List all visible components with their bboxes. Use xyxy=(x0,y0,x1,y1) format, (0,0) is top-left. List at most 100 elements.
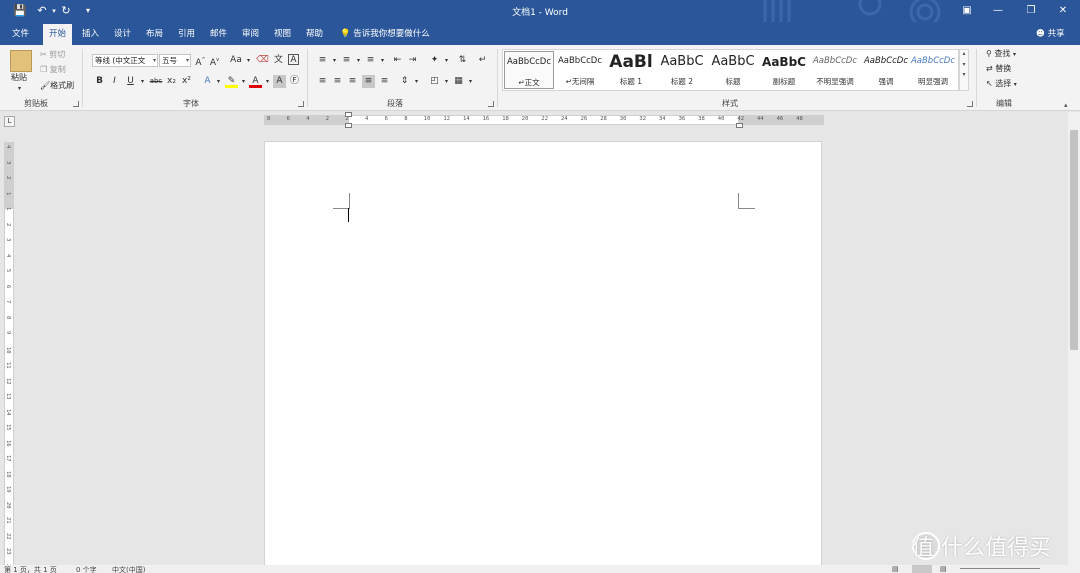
tab-file[interactable]: 文件 xyxy=(6,24,35,45)
crop-mark-top-left xyxy=(333,208,349,209)
decrease-indent-icon[interactable]: ⇤ xyxy=(391,54,404,67)
style-subtle-emphasis[interactable]: AaBbCcDc 不明显强调 xyxy=(810,51,860,89)
read-mode-icon[interactable]: ▤ xyxy=(892,565,899,573)
subscript-button[interactable]: x₂ xyxy=(165,75,178,88)
share-button[interactable]: ☻ 共享 xyxy=(1036,24,1065,45)
document-page[interactable] xyxy=(264,141,822,573)
ruler-tick-label: 8 xyxy=(5,315,11,319)
vertical-ruler[interactable]: 4 3 2 1 1 2 3 4 5 6 7 8 9 10 11 12 13 14 15 16 17 18 19 20 21 22 2… xyxy=(4,142,14,573)
tab-insert[interactable]: 插入 xyxy=(76,24,105,45)
ruler-tick-label: 4 xyxy=(365,116,369,122)
first-line-indent-marker[interactable] xyxy=(345,112,352,117)
format-painter-button[interactable]: 🖌格式刷 xyxy=(40,80,74,92)
increase-indent-icon[interactable]: ⇥ xyxy=(406,54,419,67)
font-launcher-icon[interactable] xyxy=(298,101,304,107)
style-normal[interactable]: AaBbCcDc ↵正文 xyxy=(504,51,554,89)
minimize-button[interactable]: — xyxy=(983,2,1013,20)
font-size-combo[interactable]: 五号 ▾ xyxy=(159,54,191,67)
style-intense-emphasis[interactable]: AaBbCcDc 明显强调 xyxy=(908,51,958,89)
cut-button[interactable]: ✂ 剪切 xyxy=(40,49,65,61)
chevron-down-icon[interactable]: ▾ xyxy=(440,54,453,67)
show-marks-icon[interactable]: ↵ xyxy=(476,54,489,67)
bold-button[interactable]: B xyxy=(93,75,106,88)
ruler-tick-label: 7 xyxy=(5,300,11,304)
tab-view[interactable]: 视图 xyxy=(268,24,297,45)
chevron-down-icon[interactable]: ▾ xyxy=(960,61,968,68)
print-layout-icon[interactable] xyxy=(912,565,932,573)
page-count[interactable]: 第 1 页，共 1 页 xyxy=(4,565,57,573)
ruler-tick-label: 12 xyxy=(5,377,11,385)
enclose-characters-icon[interactable]: Ⓕ xyxy=(288,75,301,88)
right-indent-marker[interactable] xyxy=(736,123,743,128)
replace-button[interactable]: ⇄ 替换 xyxy=(986,63,1011,75)
tab-references[interactable]: 引用 xyxy=(172,24,201,45)
ruler-tick-label: 23 xyxy=(5,548,11,555)
style-preview: AaBbCcDc xyxy=(863,56,909,66)
font-name-combo[interactable]: 等线 (中文正文 ▾ xyxy=(92,54,158,67)
styles-gallery-scroll[interactable]: ▴ ▾ ▾ xyxy=(959,49,969,91)
clear-formatting-icon[interactable]: ⌫ xyxy=(256,54,269,67)
select-button[interactable]: ↖ 选择 ▾ xyxy=(986,78,1017,91)
style-title[interactable]: AaBbC 标题 xyxy=(708,51,758,89)
style-emphasis[interactable]: AaBbCcDc 强调 xyxy=(861,51,911,89)
tell-me-search[interactable]: 💡 告诉我你想要做什么 xyxy=(340,24,430,45)
strikethrough-button[interactable]: abc xyxy=(148,75,164,88)
distributed-icon[interactable]: ≡ xyxy=(378,75,391,88)
ruler-tick-label: 21 xyxy=(5,517,11,524)
ruler-tick-label: 2 xyxy=(5,222,11,226)
zoom-slider[interactable] xyxy=(960,568,1040,569)
ribbon-display-options-icon[interactable]: ▣ xyxy=(952,2,982,20)
grow-font-icon[interactable]: A^ xyxy=(194,54,207,68)
more-styles-icon[interactable]: ▾ xyxy=(960,71,968,78)
style-name: ↵无间隔 xyxy=(565,77,595,86)
tab-review[interactable]: 审阅 xyxy=(236,24,265,45)
chevron-down-icon[interactable]: ▾ xyxy=(410,75,423,88)
group-separator xyxy=(307,49,308,107)
close-button[interactable]: ✕ xyxy=(1048,2,1078,20)
shrink-font-icon[interactable]: Av xyxy=(208,54,221,68)
web-layout-icon[interactable]: ▤ xyxy=(940,565,947,573)
word-count[interactable]: 0 个字 xyxy=(76,565,97,573)
style-preview: AaBbCcDc xyxy=(506,57,552,67)
justify-icon[interactable]: ≡ xyxy=(362,75,375,88)
clipboard-launcher-icon[interactable] xyxy=(73,101,79,107)
chevron-up-icon[interactable]: ▴ xyxy=(960,50,968,57)
horizontal-ruler[interactable]: 8 6 4 2 2 4 6 8 10 12 14 16 18 20 22 24 26 28 30 32 34 36 38 40… xyxy=(264,112,824,128)
language-indicator[interactable]: 中文(中国) xyxy=(112,565,145,573)
paste-icon[interactable] xyxy=(10,50,32,72)
superscript-button[interactable]: x² xyxy=(180,75,193,88)
search-icon: ⚲ xyxy=(986,49,992,58)
restore-button[interactable]: ❐ xyxy=(1016,2,1046,20)
find-button[interactable]: ⚲ 查找 ▾ xyxy=(986,48,1016,61)
style-no-spacing[interactable]: AaBbCcDc ↵无间隔 xyxy=(555,51,605,89)
italic-button[interactable]: I xyxy=(108,75,121,88)
copy-button[interactable]: ❐ 复制 xyxy=(40,64,66,76)
paragraph-launcher-icon[interactable] xyxy=(488,101,494,107)
tab-design[interactable]: 设计 xyxy=(108,24,137,45)
character-shading-icon[interactable]: A xyxy=(273,75,286,88)
styles-launcher-icon[interactable] xyxy=(967,101,973,107)
text-cursor xyxy=(348,208,349,222)
paste-dropdown-icon[interactable]: ▾ xyxy=(18,83,21,95)
tab-help[interactable]: 帮助 xyxy=(300,24,329,45)
align-left-icon[interactable]: ≡ xyxy=(316,75,329,88)
chevron-down-icon[interactable]: ▾ xyxy=(376,54,389,67)
style-heading-1[interactable]: AaBl 标题 1 xyxy=(606,51,656,89)
chevron-down-icon[interactable]: ▾ xyxy=(464,75,477,88)
align-center-icon[interactable]: ≡ xyxy=(331,75,344,88)
tab-mailings[interactable]: 邮件 xyxy=(204,24,233,45)
style-heading-2[interactable]: AaBbC 标题 2 xyxy=(657,51,707,89)
chevron-down-icon[interactable]: ▾ xyxy=(242,54,255,67)
scrollbar-thumb[interactable] xyxy=(1070,130,1078,350)
sort-icon[interactable]: ⇅ xyxy=(456,54,469,67)
phonetic-guide-icon[interactable]: 文 xyxy=(272,54,285,67)
tab-layout[interactable]: 布局 xyxy=(140,24,169,45)
chevron-down-icon[interactable]: ▾ xyxy=(212,75,225,88)
tab-home[interactable]: 开始 xyxy=(43,24,73,45)
left-indent-marker[interactable] xyxy=(345,123,352,128)
align-right-icon[interactable]: ≡ xyxy=(346,75,359,88)
tab-selector[interactable]: L xyxy=(4,116,15,127)
style-subtitle[interactable]: AaBbC 副标题 xyxy=(759,51,809,89)
character-border-icon[interactable]: A xyxy=(288,54,299,65)
collapse-ribbon-icon[interactable]: ▴ xyxy=(1064,101,1068,109)
